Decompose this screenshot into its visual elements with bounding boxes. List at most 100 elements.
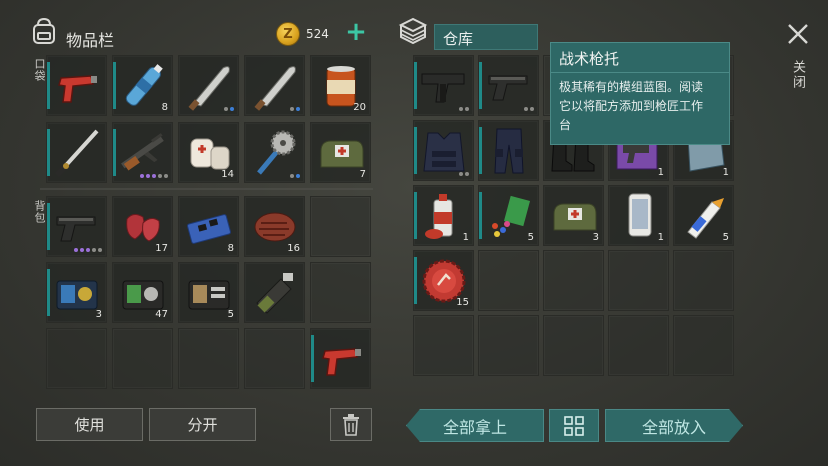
tooltip-title: 战术枪托 <box>551 43 729 73</box>
pocket-slot[interactable] <box>178 55 239 116</box>
storage-slot[interactable]: 5 <box>478 185 539 246</box>
pocket-slot[interactable] <box>244 122 305 183</box>
tooltip-description-line: 它以将配方添加到枪匠工作 <box>559 99 704 113</box>
storage-slot[interactable] <box>413 315 474 376</box>
storage-slot[interactable] <box>413 120 474 181</box>
storage-slot[interactable]: 3 <box>543 185 604 246</box>
trash-button[interactable] <box>330 408 372 441</box>
backpack-slot[interactable]: 5 <box>178 262 239 323</box>
pocket-slot[interactable] <box>244 55 305 116</box>
item-quantity: 5 <box>527 232 534 243</box>
item-quantity: 1 <box>657 167 664 178</box>
inventory-title: 物品栏 <box>66 31 115 50</box>
pocket-label: 口袋 <box>33 58 46 82</box>
durability-dots <box>290 107 300 111</box>
durability-dots <box>290 174 300 178</box>
pocket-slot[interactable] <box>112 122 173 183</box>
backpack-slot[interactable]: 17 <box>112 196 173 257</box>
item-quantity: 3 <box>592 232 599 243</box>
item-quantity: 1 <box>462 232 469 243</box>
split-button[interactable]: 分开 <box>149 408 256 441</box>
backpack-slot[interactable] <box>244 328 305 389</box>
durability-dots <box>224 107 234 111</box>
durability-dots <box>459 172 469 176</box>
item-tooltip: 战术枪托 极其稀有的模组蓝图。阅读 它以将配方添加到枪匠工作 台 <box>550 42 730 145</box>
durability-dots <box>140 174 168 178</box>
backpack-slot[interactable]: 8 <box>178 196 239 257</box>
item-quantity: 14 <box>221 169 234 180</box>
add-coins-button[interactable]: + <box>342 19 370 45</box>
take-all-button[interactable]: 全部拿上 <box>406 409 544 442</box>
put-all-button[interactable]: 全部放入 <box>605 409 743 442</box>
flare-gun-icon <box>58 75 97 103</box>
storage-slot[interactable]: 1 <box>413 185 474 246</box>
katana-icon <box>54 129 99 178</box>
item-quantity: 15 <box>456 297 469 308</box>
coin-count: 524 <box>306 27 329 41</box>
backpack-slot[interactable]: 16 <box>244 196 305 257</box>
backpack-slot[interactable] <box>46 196 107 257</box>
item-quantity: 3 <box>95 309 102 320</box>
backpack-slot[interactable] <box>310 328 371 389</box>
backpack-slot[interactable] <box>46 328 107 389</box>
durability-dots <box>74 248 102 252</box>
item-quantity: 8 <box>161 102 168 113</box>
pocket-slot[interactable]: 20 <box>310 55 371 116</box>
backpack-slot[interactable]: 3 <box>46 262 107 323</box>
item-quantity: 1 <box>657 232 664 243</box>
grid-sort-icon <box>564 415 584 436</box>
coin-icon: Z <box>276 22 300 46</box>
backpack-slot[interactable] <box>112 328 173 389</box>
storage-slot[interactable] <box>478 250 539 311</box>
storage-slot[interactable] <box>543 250 604 311</box>
backpack-slot[interactable] <box>178 328 239 389</box>
close-label[interactable]: 关闭 <box>788 60 807 90</box>
storage-slot[interactable]: 15 <box>413 250 474 311</box>
storage-slot[interactable]: 1 <box>608 185 669 246</box>
backpack-icon <box>33 17 55 44</box>
backpack-slot[interactable] <box>310 262 371 323</box>
backpack-slot[interactable]: 47 <box>112 262 173 323</box>
tactical-pants-icon <box>494 128 524 174</box>
section-divider <box>40 188 373 190</box>
backpack-label: 背包 <box>33 200 46 224</box>
storage-slot[interactable] <box>608 315 669 376</box>
storage-slot[interactable] <box>608 250 669 311</box>
item-quantity: 8 <box>227 243 234 254</box>
storage-slot[interactable] <box>673 315 734 376</box>
item-quantity: 17 <box>155 243 168 254</box>
tooltip-description-line: 台 <box>559 118 572 132</box>
storage-slot[interactable] <box>413 55 474 116</box>
sort-button[interactable] <box>549 409 599 442</box>
pocket-slot[interactable] <box>46 55 107 116</box>
storage-slot[interactable] <box>673 250 734 311</box>
item-quantity: 47 <box>155 309 168 320</box>
item-quantity: 16 <box>287 243 300 254</box>
pocket-slot[interactable] <box>46 122 107 183</box>
backpack-slot[interactable] <box>310 196 371 257</box>
storage-slot[interactable] <box>478 315 539 376</box>
durability-dots <box>524 107 534 111</box>
tooltip-description-line: 极其稀有的模组蓝图。阅读 <box>559 80 704 94</box>
durability-dots <box>459 107 469 111</box>
storage-slot[interactable] <box>478 120 539 181</box>
flare-gun-icon <box>322 348 361 376</box>
item-quantity: 5 <box>227 309 234 320</box>
storage-title: 仓库 <box>434 24 538 50</box>
trash-icon <box>343 413 359 436</box>
storage-slot[interactable] <box>543 315 604 376</box>
item-quantity: 1 <box>722 167 729 178</box>
pocket-slot[interactable]: 7 <box>310 122 371 183</box>
item-quantity: 7 <box>359 169 366 180</box>
close-icon[interactable] <box>786 22 810 46</box>
use-button[interactable]: 使用 <box>36 408 143 441</box>
item-quantity: 20 <box>353 102 366 113</box>
weapon-blueprint-icon <box>256 273 293 314</box>
pocket-slot[interactable]: 8 <box>112 55 173 116</box>
storage-box-icon <box>398 17 428 45</box>
backpack-slot[interactable] <box>244 262 305 323</box>
pocket-slot[interactable]: 14 <box>178 122 239 183</box>
storage-slot[interactable]: 5 <box>673 185 734 246</box>
item-quantity: 5 <box>722 232 729 243</box>
storage-slot[interactable] <box>478 55 539 116</box>
